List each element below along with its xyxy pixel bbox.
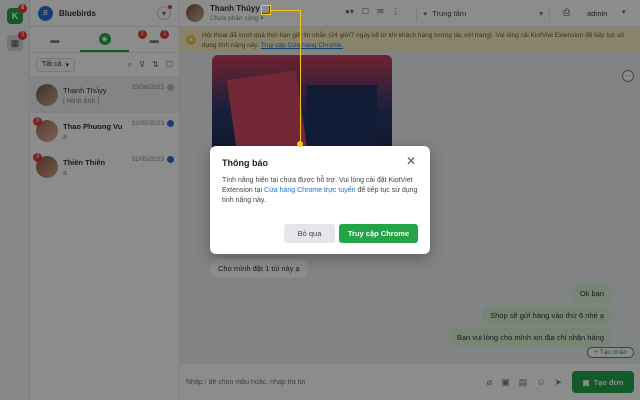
pointer-dot (297, 141, 303, 147)
dialog-title: Thông báo (222, 158, 268, 168)
notification-dialog: Thông báo ✕ Tính năng hiện tại chưa được… (210, 146, 430, 254)
skip-button[interactable]: Bỏ qua (284, 224, 335, 243)
pointer-line (271, 10, 301, 11)
visit-chrome-button[interactable]: Truy cập Chrome (339, 224, 418, 243)
highlight-box (261, 5, 271, 15)
chrome-store-link[interactable]: Cửa hàng Chrome trực tuyến (264, 187, 355, 194)
pointer-line (300, 10, 301, 144)
close-icon[interactable]: ✕ (406, 155, 416, 167)
dialog-body: Tính năng hiện tại chưa được hỗ trợ. Vui… (222, 176, 418, 206)
